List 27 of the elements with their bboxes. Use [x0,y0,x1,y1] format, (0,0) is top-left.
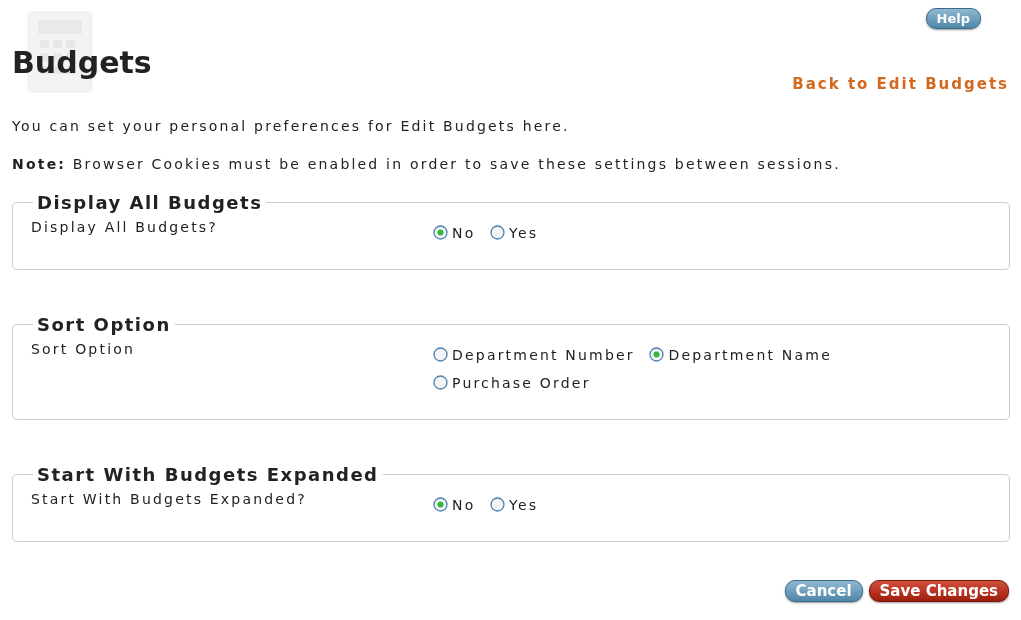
radio-button[interactable] [433,375,448,390]
group-legend: Sort Option [33,314,175,335]
radio-button[interactable] [649,347,665,362]
group-legend: Start With Budgets Expanded [33,464,383,485]
option-label: No [452,497,476,513]
setting-label: Display All Budgets? [31,219,219,237]
cancel-button[interactable]: Cancel [784,580,863,602]
radio-button[interactable] [433,225,448,240]
setting-label: Sort Option [31,341,137,359]
group-legend: Display All Budgets [33,192,267,213]
intro-text: You can set your personal preferences for Edit Budgets here. [12,118,571,134]
option-label: Purchase Order [452,375,591,391]
radio-button[interactable] [433,347,448,362]
option-label: Yes [509,497,539,513]
radio-button[interactable] [490,497,506,512]
radio-button[interactable] [433,497,448,512]
setting-label: Start With Budgets Expanded? [31,491,308,509]
help-button[interactable]: Help [925,8,981,29]
back-link[interactable]: Back to Edit Budgets [792,75,1009,93]
option-label: Department Number [452,347,635,363]
option-label: Department Name [668,347,832,363]
page-title: Budgets [12,46,152,80]
option-label: No [452,225,476,241]
option-label: Yes [509,225,539,241]
save-changes-button[interactable]: Save Changes [868,580,1009,602]
note-text: Note: Browser Cookies must be enabled in order to save these settings between sessions. [12,156,842,172]
radio-button[interactable] [490,225,506,240]
